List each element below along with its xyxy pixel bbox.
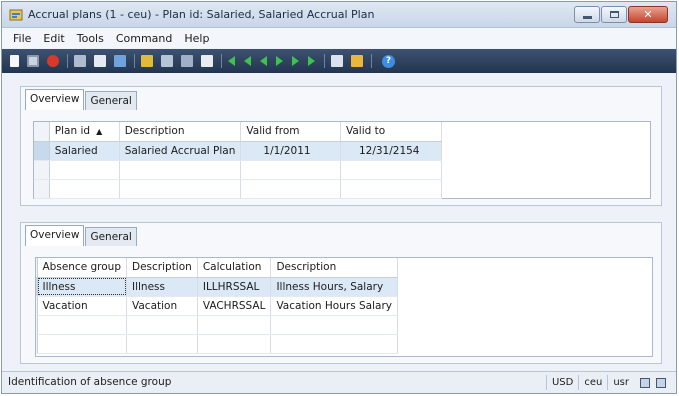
menu-edit[interactable]: Edit (37, 32, 70, 45)
database-icon[interactable] (656, 377, 666, 388)
toolbar-separator (67, 54, 68, 68)
row-selector-header[interactable] (34, 122, 50, 142)
next-page-icon[interactable] (292, 56, 299, 66)
table-row[interactable]: Salaried Salaried Accrual Plan 1/1/2011 … (34, 141, 443, 161)
tab-plans-overview[interactable]: Overview (25, 89, 85, 110)
table-row[interactable]: Vacation Vacation VACHRSSAL Vacation Hou… (36, 296, 398, 316)
next-record-icon[interactable] (276, 56, 283, 66)
tab-absence-overview[interactable]: Overview (25, 225, 85, 246)
new-record-icon[interactable] (10, 55, 19, 67)
column-header-calc-description[interactable]: Description (270, 258, 398, 278)
currency-indicator[interactable]: USD (545, 375, 578, 390)
status-message: Identification of absence group (8, 376, 172, 388)
company-indicator[interactable]: ceu (578, 375, 607, 390)
title-bar[interactable]: Accrual plans (1 - ceu) - Plan id: Salar… (2, 2, 676, 28)
calculation-cell[interactable]: VACHRSSAL (197, 296, 272, 316)
menu-tools[interactable]: Tools (71, 32, 110, 45)
advanced-filter-icon[interactable] (181, 55, 193, 67)
column-header-plan-id[interactable]: Plan id ▲ (49, 122, 120, 142)
tab-absence-general[interactable]: General (85, 227, 137, 246)
column-header-valid-from[interactable]: Valid from (240, 122, 341, 142)
session-icon[interactable] (640, 377, 650, 388)
last-record-icon[interactable] (308, 56, 315, 66)
empty-row (34, 160, 443, 180)
delete-icon[interactable] (47, 55, 59, 67)
save-icon[interactable] (27, 55, 39, 67)
form-icon (9, 9, 23, 21)
filter-icon[interactable] (201, 55, 213, 67)
table-row[interactable]: Illness Illness ILLHRSSAL Illness Hours,… (36, 277, 398, 297)
column-header-calculation[interactable]: Calculation (197, 258, 272, 278)
menu-file[interactable]: File (7, 32, 37, 45)
user-indicator[interactable]: usr (607, 375, 634, 390)
maximize-button[interactable] (601, 6, 627, 23)
absence-tab-strip: Overview General (25, 225, 138, 246)
empty-row (36, 315, 398, 335)
column-header-description[interactable]: Description (119, 122, 242, 142)
previous-page-icon[interactable] (244, 56, 251, 66)
minimize-icon (582, 16, 592, 19)
maximize-icon (609, 11, 619, 18)
toolbar-separator (371, 54, 372, 68)
toolbar-separator (221, 54, 222, 68)
empty-row (36, 334, 398, 354)
column-header-description[interactable]: Description (126, 258, 198, 278)
toolbar-separator (324, 54, 325, 68)
description-cell[interactable]: Illness (126, 277, 198, 297)
print-icon[interactable] (74, 55, 86, 67)
accrual-plans-grid: Plan id ▲ Description Valid from Valid to… (33, 121, 651, 199)
column-header-valid-to[interactable]: Valid to (340, 122, 443, 142)
grid-header-row: Absence group Description Calculation De… (36, 258, 398, 278)
status-fields: USD ceu usr (545, 375, 666, 390)
alert-icon[interactable] (351, 55, 363, 67)
sort-ascending-icon: ▲ (96, 127, 103, 137)
description-cell[interactable]: Salaried Accrual Plan (119, 141, 242, 161)
calc-description-cell[interactable]: Illness Hours, Salary (270, 277, 398, 297)
absence-group-cell[interactable]: Illness (37, 277, 127, 297)
absence-groups-grid: Absence group Description Calculation De… (35, 257, 653, 357)
filter-by-form-icon[interactable] (161, 55, 173, 67)
calc-description-cell[interactable]: Vacation Hours Salary (270, 296, 398, 316)
window-title: Accrual plans (1 - ceu) - Plan id: Salar… (28, 8, 375, 21)
tab-plans-general[interactable]: General (85, 91, 137, 110)
absence-group-cell[interactable]: Vacation (37, 296, 127, 316)
minimize-button[interactable] (574, 6, 600, 23)
document-handling-icon[interactable] (331, 55, 343, 67)
plan-id-cell[interactable]: Salaried (49, 141, 120, 161)
refresh-icon[interactable] (114, 55, 126, 67)
window-controls: ✕ (573, 6, 668, 23)
print-preview-icon[interactable] (94, 55, 106, 67)
row-selector[interactable] (34, 141, 50, 161)
toolbar-separator (134, 54, 135, 68)
status-bar: Identification of absence group USD ceu … (2, 371, 676, 393)
toolbar: ? (2, 49, 676, 73)
absence-groups-panel: Overview General Absence group Descripti… (20, 222, 662, 364)
description-cell[interactable]: Vacation (126, 296, 198, 316)
plans-tab-strip: Overview General (25, 89, 138, 110)
calculation-cell[interactable]: ILLHRSSAL (197, 277, 272, 297)
previous-record-icon[interactable] (260, 56, 267, 66)
valid-from-cell[interactable]: 1/1/2011 (240, 141, 341, 161)
menu-bar: File Edit Tools Command Help (2, 28, 676, 48)
help-icon[interactable]: ? (382, 54, 395, 68)
first-record-icon[interactable] (228, 56, 235, 66)
menu-help[interactable]: Help (178, 32, 215, 45)
valid-to-cell[interactable]: 12/31/2154 (340, 141, 443, 161)
empty-row (34, 179, 443, 199)
close-button[interactable]: ✕ (628, 6, 668, 23)
accrual-plans-panel: Overview General Plan id ▲ Description Va… (20, 86, 662, 206)
column-header-absence-group[interactable]: Absence group (37, 258, 127, 278)
grid-header-row: Plan id ▲ Description Valid from Valid to (34, 122, 443, 142)
filter-by-selection-icon[interactable] (141, 55, 153, 67)
close-icon: ✕ (643, 8, 653, 21)
menu-command[interactable]: Command (110, 32, 179, 45)
accrual-plans-window: Accrual plans (1 - ceu) - Plan id: Salar… (1, 1, 677, 394)
